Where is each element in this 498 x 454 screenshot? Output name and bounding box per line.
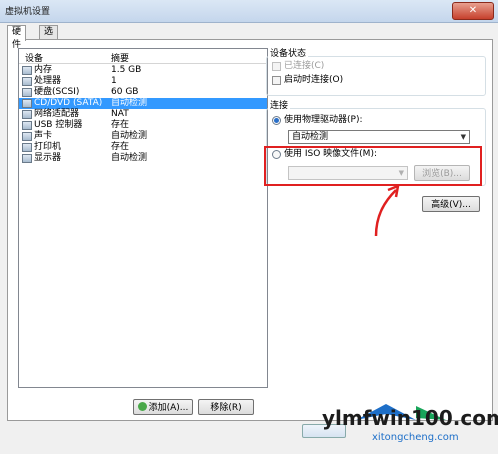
- watermark-sub-text: xitongcheng.com: [372, 432, 459, 443]
- device-name: 打印机: [34, 142, 62, 152]
- connection-title: 连接: [268, 101, 291, 112]
- device-name: 硬盘(SCSI): [34, 87, 80, 97]
- cd-dvd-icon: [22, 99, 32, 108]
- processor-icon: [22, 77, 32, 86]
- device-row[interactable]: 内存 1.5 GB: [19, 65, 267, 76]
- connected-label: 已连接(C): [284, 61, 325, 71]
- device-name: USB 控制器: [34, 120, 83, 130]
- close-button[interactable]: ✕: [452, 2, 494, 20]
- sound-card-icon: [22, 132, 32, 141]
- device-row[interactable]: 网络适配器 NAT: [19, 109, 267, 120]
- device-row[interactable]: USB 控制器 存在: [19, 120, 267, 131]
- hardware-pane: 设备 摘要 内存 1.5 GB 处理器 1 硬盘(SCSI) 60 GB CD/DVD (S…: [7, 39, 493, 421]
- device-summary: 自动检测: [111, 153, 148, 163]
- window-title: 虚拟机设置: [5, 7, 51, 17]
- device-summary: 1.5 GB: [111, 65, 142, 75]
- add-device-button[interactable]: 添加(A)...: [133, 399, 193, 415]
- annotation-arrow-icon: [374, 184, 400, 237]
- connect-at-power-on-checkbox[interactable]: [272, 76, 281, 85]
- add-device-icon: [137, 402, 147, 411]
- device-name: 网络适配器: [34, 109, 80, 119]
- device-row[interactable]: 显示器 自动检测: [19, 153, 267, 164]
- physical-drive-value: 自动检测: [292, 132, 329, 142]
- memory-icon: [22, 66, 32, 75]
- watermark: ylmfwin100.com xitongcheng.com: [316, 398, 498, 451]
- device-name: 显示器: [34, 153, 62, 163]
- device-name: 内存: [34, 65, 53, 75]
- dropdown-arrow-icon: ▼: [460, 133, 466, 141]
- device-summary: 存在: [111, 142, 130, 152]
- device-summary: 自动检测: [111, 131, 148, 141]
- connect-at-power-on-label: 启动时连接(O): [284, 75, 344, 85]
- display-icon: [22, 154, 32, 163]
- remove-device-button[interactable]: 移除(R): [198, 399, 254, 415]
- tab-hardware[interactable]: 硬件: [7, 25, 27, 50]
- device-row[interactable]: 硬盘(SCSI) 60 GB: [19, 87, 267, 98]
- title-bar: 虚拟机设置 ✕: [0, 0, 498, 23]
- add-device-label: 添加(A)...: [148, 403, 189, 413]
- device-status-title: 设备状态: [268, 49, 309, 60]
- device-summary: 1: [111, 76, 117, 86]
- device-name: CD/DVD (SATA): [34, 98, 103, 108]
- physical-drive-radio[interactable]: [272, 116, 281, 125]
- printer-icon: [22, 143, 32, 152]
- usb-controller-icon: [22, 121, 32, 130]
- network-adapter-icon: [22, 110, 32, 119]
- device-summary: 存在: [111, 120, 130, 130]
- hard-disk-icon: [22, 88, 32, 97]
- watermark-main-text: ylmfwin100.com: [322, 406, 498, 430]
- tab-options[interactable]: 选项: [39, 25, 59, 50]
- device-row[interactable]: 打印机 存在: [19, 142, 267, 153]
- device-summary: 60 GB: [111, 87, 139, 97]
- device-row[interactable]: CD/DVD (SATA) 自动检测: [19, 98, 267, 109]
- device-name: 声卡: [34, 131, 53, 141]
- advanced-button[interactable]: 高级(V)...: [422, 196, 480, 212]
- iso-highlight-box: [264, 146, 482, 186]
- physical-drive-label: 使用物理驱动器(P):: [284, 115, 363, 125]
- summary-column-header[interactable]: 摘要: [111, 51, 129, 64]
- device-summary: NAT: [111, 109, 129, 119]
- device-row[interactable]: 处理器 1: [19, 76, 267, 87]
- connected-checkbox[interactable]: [272, 62, 281, 71]
- physical-drive-select[interactable]: 自动检测 ▼: [288, 130, 470, 144]
- device-list: 设备 摘要 内存 1.5 GB 处理器 1 硬盘(SCSI) 60 GB CD/DVD (S…: [18, 48, 268, 388]
- device-column-header[interactable]: 设备: [25, 51, 43, 64]
- device-list-header: 设备 摘要: [19, 49, 267, 64]
- device-row[interactable]: 声卡 自动检测: [19, 131, 267, 142]
- device-summary: 自动检测: [111, 98, 148, 108]
- device-name: 处理器: [34, 76, 62, 86]
